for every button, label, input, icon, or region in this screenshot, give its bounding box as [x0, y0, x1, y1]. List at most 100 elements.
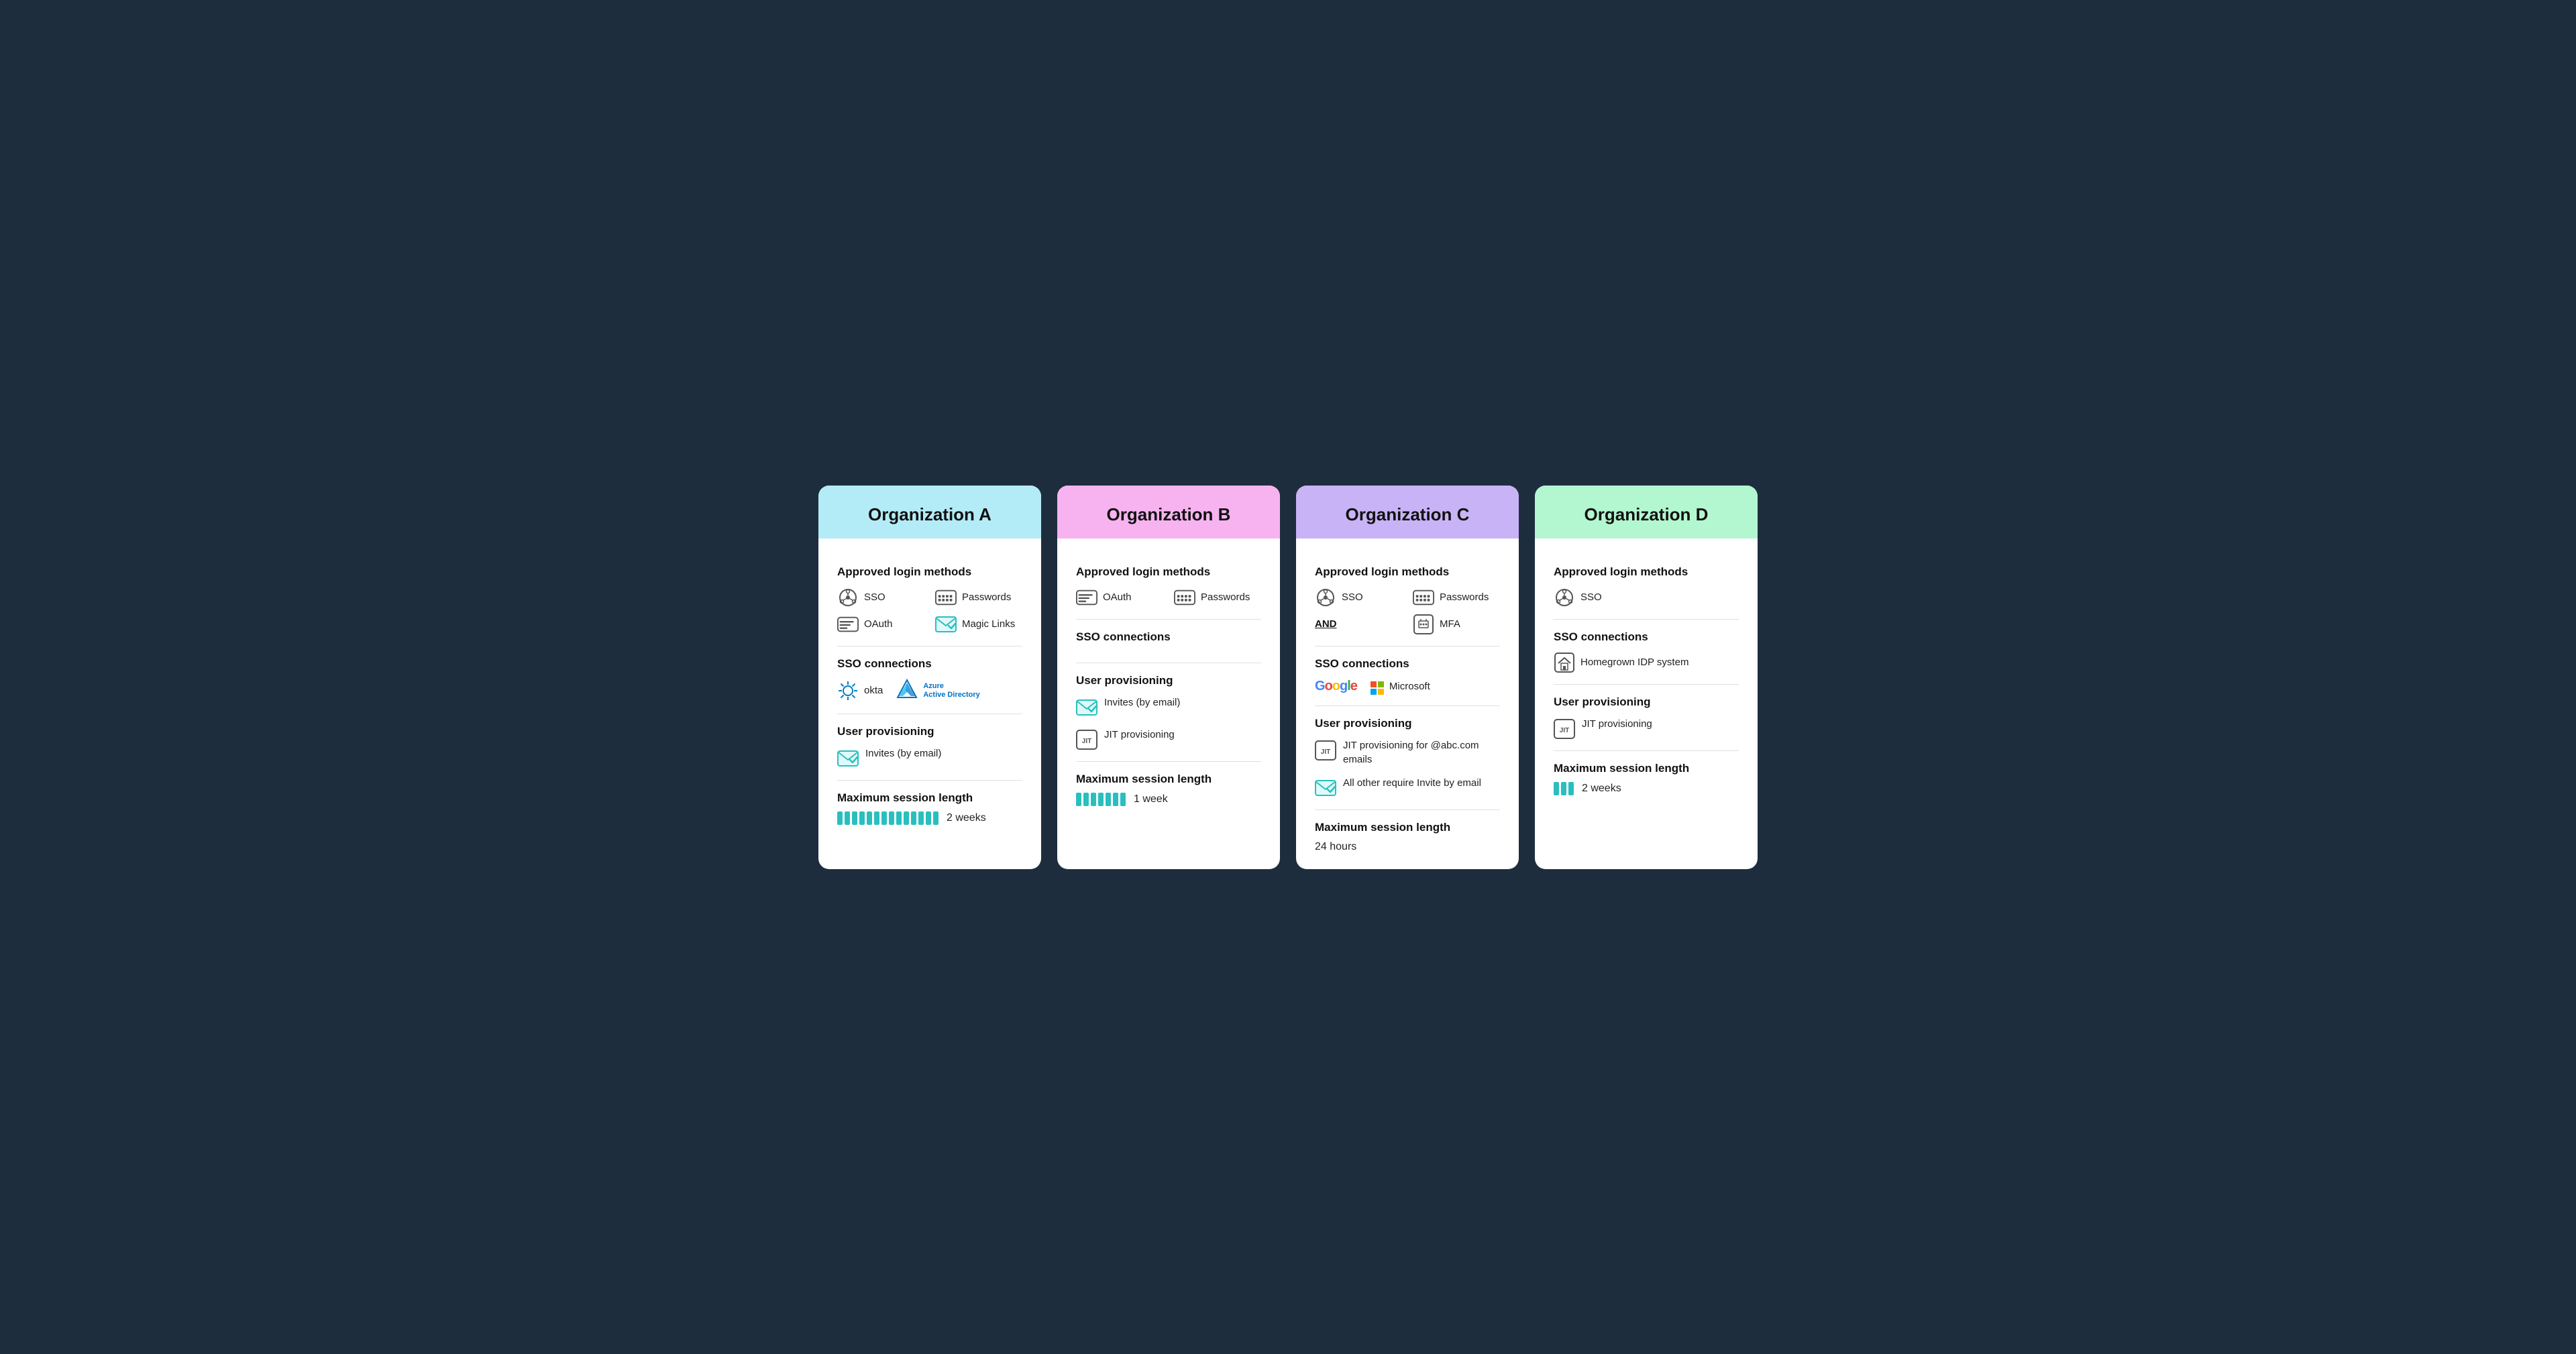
org-d-session-value: 2 weeks: [1582, 783, 1621, 795]
org-a-session-bar: [837, 811, 938, 825]
org-a-sso-title: SSO connections: [837, 657, 1022, 671]
org-c-prov-list: JIT JIT provisioning for @abc.com emails…: [1315, 738, 1500, 799]
org-d-session-bar: [1554, 782, 1574, 795]
invite-prov-icon: [837, 748, 859, 769]
azure-label: AzureActive Directory: [923, 682, 979, 698]
sso-azure: AzureActive Directory: [896, 679, 979, 703]
invite-prov-label: Invites (by email): [865, 746, 941, 760]
jit-prov-icon: JIT: [1315, 740, 1336, 761]
org-b-body: Approved login methods OAuth Passwords SS…: [1057, 539, 1280, 869]
org-b-session-bar: [1076, 793, 1126, 806]
sso-label: SSO: [1580, 591, 1602, 603]
method-oauth: OAuth: [1076, 587, 1163, 608]
org-a-prov-title: User provisioning: [837, 725, 1022, 738]
okta-sso-label: okta: [864, 685, 883, 696]
bar-segment: [1113, 793, 1118, 806]
bar-segment: [904, 811, 909, 825]
bar-segment: [1076, 793, 1081, 806]
oauth-label: OAuth: [1103, 591, 1132, 603]
org-b-sso-title: SSO connections: [1076, 630, 1261, 644]
jit-prov-icon: JIT: [1554, 718, 1575, 740]
bar-segment: [896, 811, 902, 825]
org-b-bar-container: 1 week: [1076, 793, 1261, 806]
sso-icon: [1554, 587, 1575, 608]
method-oauth: OAuth: [837, 614, 924, 635]
org-d-session-section: Maximum session length 2 weeks: [1554, 751, 1739, 795]
bar-segment: [1098, 793, 1104, 806]
bar-segment: [859, 811, 865, 825]
org-b-session-value: 1 week: [1134, 793, 1168, 805]
invite-prov-icon: [1315, 777, 1336, 799]
org-d-prov-title: User provisioning: [1554, 695, 1739, 709]
invite-prov-icon: [1076, 697, 1097, 718]
card-org-a: Organization A Approved login methods SSO: [818, 486, 1041, 869]
org-b-methods-grid: OAuth Passwords: [1076, 587, 1261, 608]
microsoft-icon: [1371, 679, 1384, 695]
org-a-session-section: Maximum session length2 weeks: [837, 781, 1022, 825]
org-b-header: Organization B: [1057, 486, 1280, 539]
home-sso-label: Homegrown IDP system: [1580, 657, 1688, 668]
org-c-sso-list: Google Microsoft: [1315, 679, 1500, 695]
bar-segment: [889, 811, 894, 825]
jit-prov-icon: JIT: [1076, 729, 1097, 750]
bar-segment: [1120, 793, 1126, 806]
bar-segment: [1091, 793, 1096, 806]
password-label: Passwords: [1201, 591, 1250, 603]
bar-segment: [926, 811, 931, 825]
svg-text:JIT: JIT: [1321, 748, 1330, 756]
sso-label: SSO: [1342, 591, 1363, 603]
jit-prov-label: JIT provisioning for @abc.com emails: [1343, 738, 1500, 767]
org-d-prov-list: JIT JIT provisioning: [1554, 717, 1739, 740]
org-d-title: Organization D: [1554, 504, 1739, 525]
bar-segment: [933, 811, 938, 825]
method-magic: Magic Links: [935, 614, 1022, 635]
method-password: Passwords: [1174, 587, 1261, 608]
jit-prov-label: JIT provisioning: [1582, 717, 1652, 731]
org-a-header: Organization A: [818, 486, 1041, 539]
org-c-methods-grid: SSO PasswordsAND MFA: [1315, 587, 1500, 635]
invite-prov-label: All other require Invite by email: [1343, 776, 1481, 790]
prov-invite: All other require Invite by email: [1315, 776, 1500, 799]
oauth-label: OAuth: [864, 618, 893, 630]
mfa-label: MFA: [1440, 618, 1460, 630]
org-a-session-value: 2 weeks: [947, 812, 986, 824]
org-d-session-title: Maximum session length: [1554, 762, 1739, 775]
password-icon: [1413, 587, 1434, 608]
org-d-sso-title: SSO connections: [1554, 630, 1739, 644]
method-sso: SSO: [837, 587, 924, 608]
sso-label: SSO: [864, 591, 885, 603]
org-b-prov-list: Invites (by email) JIT JIT provisioning: [1076, 695, 1261, 750]
bar-segment: [881, 811, 887, 825]
org-b-login-section: Approved login methods OAuth Passwords: [1076, 555, 1261, 620]
org-c-body: Approved login methods SSO Password: [1296, 539, 1519, 869]
org-b-title: Organization B: [1076, 504, 1261, 525]
org-a-sso-section: SSO connections okta AzureActive Directo…: [837, 646, 1022, 714]
prov-jit: JIT JIT provisioning: [1076, 728, 1261, 750]
azure-icon: [896, 679, 918, 703]
oauth-icon: [1076, 587, 1097, 608]
bar-segment: [845, 811, 850, 825]
org-c-prov-section: User provisioning JIT JIT provisioning f…: [1315, 706, 1500, 810]
sso-microsoft: Microsoft: [1371, 679, 1430, 695]
cards-container: Organization A Approved login methods SSO: [818, 486, 1758, 869]
org-a-prov-section: User provisioning Invites (by email): [837, 714, 1022, 781]
org-b-login-title: Approved login methods: [1076, 565, 1261, 579]
org-d-bar-container: 2 weeks: [1554, 782, 1739, 795]
org-d-prov-section: User provisioning JIT JIT provisioning: [1554, 685, 1739, 751]
sso-home: Homegrown IDP system: [1554, 652, 1688, 673]
org-b-prov-section: User provisioning Invites (by email) JIT…: [1076, 663, 1261, 762]
org-a-login-title: Approved login methods: [837, 565, 1022, 579]
card-org-b: Organization B Approved login methods OAu…: [1057, 486, 1280, 869]
org-c-title: Organization C: [1315, 504, 1500, 525]
magic-icon: [935, 614, 957, 635]
org-a-login-section: Approved login methods SSO Password: [837, 555, 1022, 646]
bar-segment: [1083, 793, 1089, 806]
org-b-sso-section: SSO connections: [1076, 620, 1261, 663]
card-org-d: Organization DApproved login methods SSO…: [1535, 486, 1758, 869]
org-c-login-title: Approved login methods: [1315, 565, 1500, 579]
org-c-header: Organization C: [1296, 486, 1519, 539]
org-c-bar-container: 24 hours: [1315, 841, 1500, 853]
jit-prov-label: JIT provisioning: [1104, 728, 1175, 742]
magic-label: Magic Links: [962, 618, 1015, 630]
method-and: AND: [1315, 614, 1402, 635]
